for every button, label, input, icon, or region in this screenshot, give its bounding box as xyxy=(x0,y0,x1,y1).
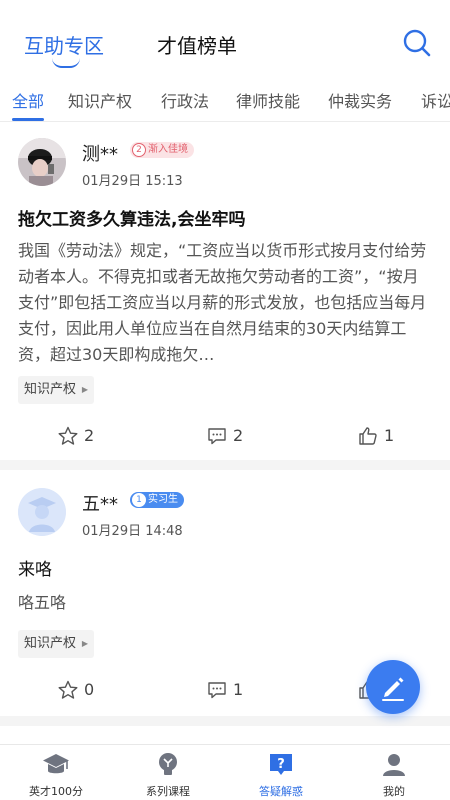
svg-text:?: ? xyxy=(277,757,285,772)
level-badge: 1 实习生 xyxy=(130,492,184,508)
comment-icon xyxy=(208,428,226,445)
post-body[interactable]: 我国《劳动法》规定，“工资应当以货币形式按月支付给劳动者本人。不得克扣或者无故拖… xyxy=(18,238,432,368)
nav-label: 系列课程 xyxy=(146,785,190,798)
star-button[interactable]: 2 xyxy=(58,424,108,448)
username[interactable]: 五** xyxy=(82,490,118,516)
question-icon: ? xyxy=(270,754,292,775)
user-icon xyxy=(383,754,405,776)
graduation-cap-icon xyxy=(43,754,69,774)
tag-label: 知识产权 xyxy=(24,636,77,651)
star-icon xyxy=(58,426,78,445)
nav-qa[interactable]: ? 答疑解惑 xyxy=(225,745,337,800)
comment-button[interactable]: 2 xyxy=(207,424,257,448)
category-all[interactable]: 全部 xyxy=(12,88,44,112)
comment-count: 1 xyxy=(233,680,244,699)
tag-label: 知识产权 xyxy=(24,382,77,397)
post-title[interactable]: 拖欠工资多久算违法,会坐牢吗 xyxy=(18,205,245,230)
compose-button[interactable] xyxy=(366,660,420,714)
username[interactable]: 测** xyxy=(82,140,118,166)
post-title[interactable]: 来咯 xyxy=(18,555,52,580)
avatar[interactable] xyxy=(18,488,66,536)
nav-talent-100[interactable]: 英才100分 xyxy=(0,745,112,800)
active-tab-indicator xyxy=(52,58,80,68)
badge-level: 1 xyxy=(132,493,146,507)
top-header: 互助专区 才值榜单 xyxy=(0,0,450,82)
lightbulb-icon xyxy=(159,753,177,775)
post-tag[interactable]: 知识产权 ▶ xyxy=(18,376,95,404)
nav-mine[interactable]: 我的 xyxy=(338,745,450,800)
tab-talent-ranking[interactable]: 才值榜单 xyxy=(157,30,237,59)
divider xyxy=(0,460,450,470)
post-body[interactable]: 咯五咯 xyxy=(18,590,432,616)
bottom-nav: 英才100分 系列课程 ? 答疑解惑 我的 xyxy=(0,744,450,800)
thumbs-up-icon xyxy=(359,427,377,445)
category-bar: 全部 知识产权 行政法 律师技能 仲裁实务 诉讼 xyxy=(0,82,450,122)
post-time: 01月29日 14:48 xyxy=(82,524,183,539)
tab-mutual-help[interactable]: 互助专区 xyxy=(24,30,104,59)
tag-arrow-icon: ▶ xyxy=(81,385,89,394)
nav-label: 我的 xyxy=(383,785,405,798)
post-tag[interactable]: 知识产权 ▶ xyxy=(18,630,95,658)
like-count: 1 xyxy=(384,426,395,445)
category-lawyer-skills[interactable]: 律师技能 xyxy=(236,88,300,112)
tag-arrow-icon: ▶ xyxy=(81,639,89,648)
category-admin-law[interactable]: 行政法 xyxy=(161,88,209,112)
search-icon xyxy=(403,29,431,57)
comment-icon xyxy=(208,682,226,699)
category-arbitration[interactable]: 仲裁实务 xyxy=(328,88,392,112)
avatar[interactable] xyxy=(18,138,66,186)
nav-label: 答疑解惑 xyxy=(259,785,303,798)
post-card[interactable]: 测** 2 渐入佳境 01月29日 15:13 拖欠工资多久算违法,会坐牢吗 我… xyxy=(0,122,450,460)
star-count: 2 xyxy=(84,426,95,445)
star-count: 0 xyxy=(84,680,95,699)
like-button[interactable]: 1 xyxy=(358,424,408,448)
category-litigation[interactable]: 诉讼 xyxy=(421,88,450,112)
badge-level: 2 xyxy=(132,143,146,157)
comment-button[interactable]: 1 xyxy=(207,678,257,702)
pencil-icon xyxy=(382,677,404,701)
search-button[interactable] xyxy=(402,28,432,58)
badge-text: 实习生 xyxy=(148,494,178,505)
divider xyxy=(0,716,450,726)
nav-label: 英才100分 xyxy=(29,785,83,798)
post-time: 01月29日 15:13 xyxy=(82,174,183,189)
star-button[interactable]: 0 xyxy=(58,678,108,702)
level-badge: 2 渐入佳境 xyxy=(130,142,194,158)
nav-courses[interactable]: 系列课程 xyxy=(112,745,224,800)
category-indicator xyxy=(12,118,44,121)
comment-count: 2 xyxy=(233,426,244,445)
next-post-peek xyxy=(0,726,450,744)
badge-text: 渐入佳境 xyxy=(148,144,188,155)
star-icon xyxy=(58,680,78,699)
category-ip[interactable]: 知识产权 xyxy=(68,88,132,112)
